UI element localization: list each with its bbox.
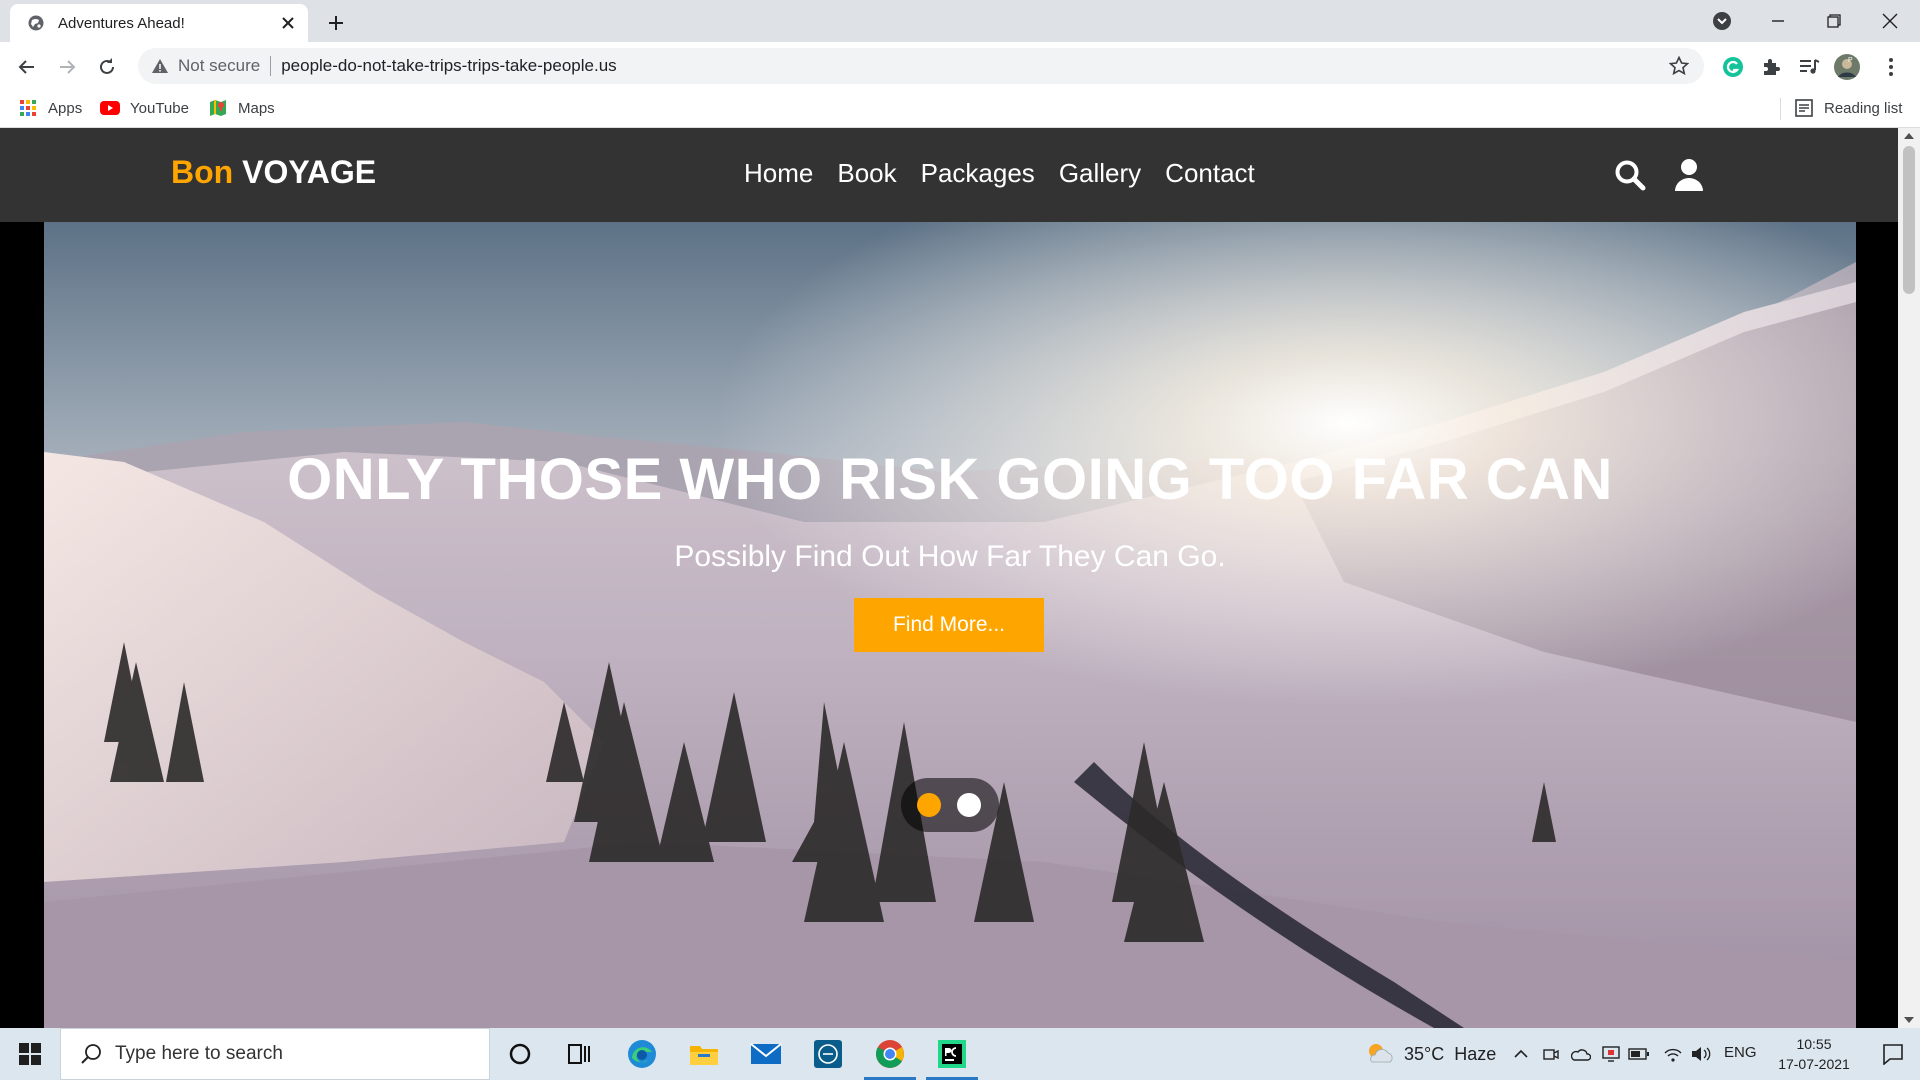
cortana-icon[interactable] — [490, 1028, 550, 1080]
bookmark-youtube[interactable]: YouTube — [100, 98, 189, 118]
search-icon — [77, 1040, 105, 1068]
taskbar-search-box[interactable]: Type here to search — [60, 1028, 490, 1080]
nav-contact[interactable]: Contact — [1165, 158, 1255, 189]
mail-icon[interactable] — [736, 1028, 796, 1080]
file-explorer-icon[interactable] — [674, 1028, 734, 1080]
pycharm-icon[interactable] — [922, 1028, 982, 1080]
tab-search-button[interactable] — [1694, 0, 1750, 42]
bookmarks-bar: Apps YouTube Maps Reading list — [0, 90, 1920, 128]
bookmark-apps[interactable]: Apps — [18, 98, 82, 118]
reading-list-icon — [1794, 98, 1814, 118]
chrome-icon[interactable] — [860, 1028, 920, 1080]
reading-list-button[interactable]: Reading list — [1794, 98, 1902, 118]
browser-tabstrip: Adventures Ahead! — [0, 0, 1920, 42]
logo-part1: Bon — [171, 154, 234, 190]
reading-list-label: Reading list — [1824, 99, 1903, 117]
scrollbar-thumb[interactable] — [1903, 146, 1915, 294]
globe-icon — [26, 13, 46, 33]
logo-part2: VOYAGE — [242, 154, 377, 190]
weather-desc: Haze — [1454, 1043, 1497, 1064]
new-tab-button[interactable] — [322, 9, 350, 37]
url-text[interactable]: people-do-not-take-trips-trips-take-peop… — [281, 56, 1664, 76]
media-controls-icon[interactable] — [1794, 52, 1824, 82]
site-logo[interactable]: Bon VOYAGE — [171, 154, 376, 191]
close-window-button[interactable] — [1862, 0, 1918, 42]
nav-home[interactable]: Home — [744, 158, 813, 189]
wifi-icon[interactable] — [1660, 1028, 1686, 1080]
tab-title: Adventures Ahead! — [58, 14, 185, 32]
slider-pagination — [901, 778, 999, 832]
tray-overflow-chevron-icon[interactable] — [1508, 1028, 1534, 1080]
volume-icon[interactable] — [1688, 1028, 1714, 1080]
site-nav: Home Book Packages Gallery Contact — [744, 158, 1279, 189]
maps-icon — [208, 98, 228, 118]
dell-icon[interactable] — [798, 1028, 858, 1080]
bookmark-label: Apps — [48, 99, 83, 117]
omnibox-divider — [270, 56, 272, 76]
browser-toolbar: Not secure people-do-not-take-trips-trip… — [0, 42, 1920, 90]
reload-button[interactable] — [92, 52, 122, 82]
nav-book[interactable]: Book — [837, 158, 896, 189]
onedrive-icon[interactable] — [1568, 1028, 1594, 1080]
windows-start-icon[interactable] — [0, 1028, 60, 1080]
scroll-up-arrow-icon[interactable] — [1898, 128, 1920, 144]
meet-now-icon[interactable] — [1538, 1028, 1564, 1080]
profile-avatar-text: P — [1848, 57, 1853, 64]
browser-tab[interactable]: Adventures Ahead! — [10, 4, 308, 42]
page-scrollbar[interactable] — [1898, 128, 1920, 1028]
close-tab-icon[interactable] — [276, 11, 300, 35]
windows-taskbar: Type here to search 35°C Haze ENG 10:55 … — [0, 1028, 1920, 1080]
back-button[interactable] — [12, 52, 42, 82]
youtube-icon — [100, 98, 120, 118]
hero-slider: ONLY THOSE WHO RISK GOING TOO FAR CAN Po… — [44, 222, 1856, 1028]
taskbar-clock[interactable]: 10:55 17-07-2021 — [1762, 1034, 1866, 1074]
battery-icon[interactable] — [1626, 1028, 1652, 1080]
forward-button[interactable] — [52, 52, 82, 82]
bookmark-label: Maps — [238, 99, 275, 117]
grammarly-icon[interactable] — [1718, 52, 1748, 82]
bookmark-star-icon[interactable] — [1664, 51, 1694, 81]
edge-icon[interactable] — [612, 1028, 672, 1080]
language-indicator[interactable]: ENG — [1724, 1044, 1757, 1061]
taskbar-search-placeholder: Type here to search — [115, 1043, 283, 1064]
task-view-icon[interactable] — [550, 1028, 610, 1080]
restore-button[interactable] — [1806, 0, 1862, 42]
site-header: Bon VOYAGE Home Book Packages Gallery Co… — [0, 128, 1898, 222]
notification-center-icon[interactable] — [1866, 1028, 1920, 1080]
nav-gallery[interactable]: Gallery — [1059, 158, 1141, 189]
address-bar[interactable]: Not secure people-do-not-take-trips-trip… — [138, 48, 1704, 84]
profile-avatar[interactable]: P — [1832, 52, 1862, 82]
hero-title: ONLY THOSE WHO RISK GOING TOO FAR CAN — [287, 447, 1613, 512]
weather-icon — [1364, 1040, 1394, 1069]
user-icon[interactable] — [1670, 156, 1708, 194]
bookmark-label: YouTube — [130, 99, 189, 117]
weather-widget[interactable]: 35°C Haze — [1364, 1028, 1496, 1080]
clock-date: 17-07-2021 — [1778, 1056, 1850, 1072]
clock-time: 10:55 — [1796, 1036, 1832, 1052]
hero-subtitle: Possibly Find Out How Far They Can Go. — [674, 540, 1226, 573]
scroll-down-arrow-icon[interactable] — [1898, 1012, 1920, 1028]
page-viewport: Bon VOYAGE Home Book Packages Gallery Co… — [0, 128, 1898, 1028]
display-settings-icon[interactable] — [1598, 1028, 1624, 1080]
warning-icon[interactable] — [150, 56, 170, 76]
extensions-puzzle-icon[interactable] — [1756, 52, 1786, 82]
find-more-button[interactable]: Find More... — [854, 598, 1044, 652]
apps-grid-icon — [18, 98, 38, 118]
chrome-menu-icon[interactable] — [1876, 52, 1906, 82]
nav-packages[interactable]: Packages — [921, 158, 1035, 189]
slide-dot-1[interactable] — [917, 793, 941, 817]
security-label[interactable]: Not secure — [178, 56, 260, 76]
minimize-button[interactable] — [1750, 0, 1806, 42]
slide-dot-2[interactable] — [957, 793, 981, 817]
bookmark-maps[interactable]: Maps — [208, 98, 275, 118]
search-icon[interactable] — [1611, 156, 1649, 194]
bookmarks-divider — [1780, 98, 1781, 120]
weather-temp: 35°C — [1404, 1043, 1445, 1064]
